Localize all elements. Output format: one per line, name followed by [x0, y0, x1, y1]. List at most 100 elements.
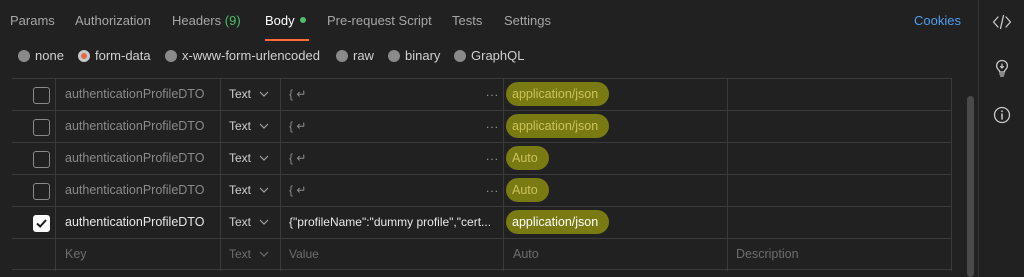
value-cell[interactable]: { ↵ ...: [280, 143, 503, 175]
radio-x-www-form-urlencoded[interactable]: x-www-form-urlencoded: [165, 48, 320, 64]
row-end-border: [951, 111, 952, 143]
value-text: { ↵: [289, 151, 307, 165]
content-type-cell[interactable]: application/json: [503, 207, 727, 239]
info-icon[interactable]: [992, 105, 1012, 125]
key-cell[interactable]: authenticationProfileDTO: [55, 79, 220, 111]
radio-binary-circle-icon: [388, 50, 400, 62]
value-cell[interactable]: { ↵ ...: [280, 79, 503, 111]
row-end-border: [951, 79, 952, 111]
value-expand-ellipsis[interactable]: ...: [486, 85, 499, 99]
content-type-cell[interactable]: application/json: [503, 79, 727, 111]
description-input[interactable]: Description: [727, 239, 952, 271]
new-param-row: Key Text Value Auto Description: [12, 238, 952, 271]
type-label: Text: [229, 247, 252, 261]
radio-none[interactable]: none: [18, 48, 64, 64]
value-expand-ellipsis[interactable]: ...: [486, 117, 499, 131]
vertical-scrollbar[interactable]: [967, 96, 974, 277]
type-dropdown[interactable]: Text: [229, 183, 269, 197]
type-dropdown[interactable]: Text: [229, 215, 269, 229]
tab-authorization[interactable]: Authorization: [75, 13, 151, 29]
value-text: { ↵: [289, 119, 307, 133]
radio-urlencoded-label: x-www-form-urlencoded: [182, 48, 320, 63]
row-end-border: [951, 239, 952, 271]
row-checkbox[interactable]: [33, 119, 50, 136]
row-checkbox[interactable]: [33, 215, 50, 232]
chevron-down-icon: [259, 155, 269, 161]
row-checkbox[interactable]: [33, 183, 50, 200]
value-cell[interactable]: { ↵ ...: [280, 111, 503, 143]
description-cell[interactable]: [727, 175, 952, 207]
key-text: authenticationProfileDTO: [65, 119, 205, 133]
tab-params[interactable]: Params: [10, 13, 55, 29]
type-label: Text: [229, 183, 252, 197]
content-type-cell[interactable]: Auto: [503, 175, 727, 207]
content-type-cell[interactable]: application/json: [503, 111, 727, 143]
chevron-down-icon: [259, 219, 269, 225]
radio-binary[interactable]: binary: [388, 48, 440, 64]
key-cell[interactable]: authenticationProfileDTO: [55, 143, 220, 175]
chevron-down-icon: [259, 187, 269, 193]
request-tabs: Params Authorization Headers (9) Body Pr…: [0, 0, 978, 42]
type-dropdown[interactable]: Text: [229, 87, 269, 101]
content-type-input[interactable]: Auto: [503, 239, 727, 271]
type-label: Text: [229, 215, 252, 229]
right-sidebar: [978, 0, 1024, 277]
value-cell[interactable]: {"profileName":"dummy profile","cert...: [280, 207, 503, 239]
tab-body-label: Body: [265, 13, 295, 28]
chevron-down-icon: [259, 123, 269, 129]
radio-form-data-circle-icon: [78, 50, 90, 62]
type-cell: Text: [220, 143, 280, 175]
radio-graphql-label: GraphQL: [471, 48, 525, 63]
type-dropdown[interactable]: Text: [229, 247, 269, 261]
active-tab-indicator: [265, 39, 309, 41]
content-type-text: Auto: [506, 146, 549, 170]
description-cell[interactable]: [727, 111, 952, 143]
code-icon[interactable]: [992, 12, 1012, 32]
tab-body[interactable]: Body: [265, 13, 306, 29]
row-checkbox[interactable]: [33, 151, 50, 168]
tab-headers-count: (9): [224, 13, 241, 28]
content-type-placeholder: Auto: [513, 247, 539, 261]
radio-graphql-circle-icon: [454, 50, 466, 62]
table-row: authenticationProfileDTO Text { ↵ ... Au…: [12, 142, 952, 175]
value-text: {"profileName":"dummy profile","cert...: [289, 215, 492, 229]
type-dropdown[interactable]: Text: [229, 119, 269, 133]
radio-raw[interactable]: raw: [336, 48, 374, 64]
radio-none-label: none: [35, 48, 64, 63]
description-cell[interactable]: [727, 143, 952, 175]
key-cell[interactable]: authenticationProfileDTO: [55, 175, 220, 207]
key-cell[interactable]: authenticationProfileDTO: [55, 207, 220, 239]
type-cell: Text: [220, 239, 280, 271]
content-type-text: Auto: [506, 178, 549, 202]
table-row: authenticationProfileDTO Text {"profileN…: [12, 206, 952, 239]
type-dropdown[interactable]: Text: [229, 151, 269, 165]
table-row: authenticationProfileDTO Text { ↵ ... Au…: [12, 174, 952, 207]
value-expand-ellipsis[interactable]: ...: [486, 181, 499, 195]
description-cell[interactable]: [727, 79, 952, 111]
row-checkbox-cell: [12, 207, 55, 239]
row-checkbox-cell: [12, 111, 55, 143]
content-type-cell[interactable]: Auto: [503, 143, 727, 175]
value-cell[interactable]: { ↵ ...: [280, 175, 503, 207]
radio-graphql[interactable]: GraphQL: [454, 48, 524, 64]
key-input[interactable]: Key: [55, 239, 220, 271]
radio-none-circle-icon: [18, 50, 30, 62]
tab-headers[interactable]: Headers (9): [172, 13, 241, 29]
lightbulb-icon[interactable]: [992, 58, 1012, 78]
checkmark-icon: [36, 219, 47, 228]
radio-form-data[interactable]: form-data: [78, 48, 151, 64]
key-placeholder: Key: [65, 247, 87, 261]
value-input[interactable]: Value: [280, 239, 503, 271]
tab-pre-request-script[interactable]: Pre-request Script: [327, 13, 432, 29]
row-checkbox-cell: [12, 175, 55, 207]
row-checkbox[interactable]: [33, 87, 50, 104]
radio-raw-label: raw: [353, 48, 374, 63]
row-checkbox-cell: [12, 143, 55, 175]
cookies-link[interactable]: Cookies: [914, 13, 961, 29]
tab-tests[interactable]: Tests: [452, 13, 482, 29]
description-cell[interactable]: [727, 207, 952, 239]
value-text: { ↵: [289, 183, 307, 197]
value-expand-ellipsis[interactable]: ...: [486, 149, 499, 163]
tab-settings[interactable]: Settings: [504, 13, 551, 29]
key-cell[interactable]: authenticationProfileDTO: [55, 111, 220, 143]
